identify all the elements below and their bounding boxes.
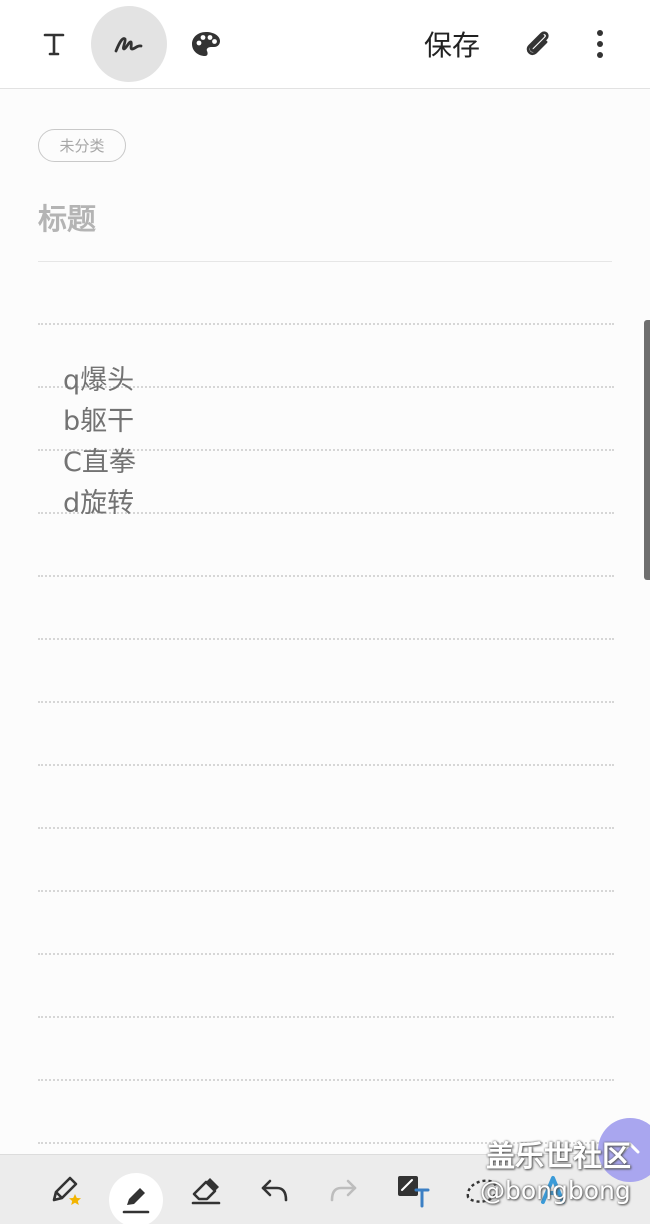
ruled-line <box>38 638 614 640</box>
handwriting-pen-icon <box>114 37 143 53</box>
undo-button[interactable] <box>243 1155 307 1224</box>
redo-button[interactable] <box>311 1155 375 1224</box>
text-icon <box>43 33 65 56</box>
ruled-line <box>38 1079 614 1081</box>
ruled-line <box>38 701 614 703</box>
ruled-line <box>38 827 614 829</box>
handwriting-mode-button[interactable] <box>91 6 167 82</box>
redo-icon <box>330 1179 357 1202</box>
text-mode-button[interactable] <box>22 10 86 78</box>
paperclip-icon <box>526 31 549 56</box>
favorite-pen-button[interactable] <box>34 1155 98 1224</box>
eraser-icon <box>191 1178 221 1205</box>
ruled-line <box>38 764 614 766</box>
watermark-title: 盖乐世社区 <box>486 1139 632 1173</box>
ruled-line <box>38 1016 614 1018</box>
convert-to-text-button[interactable] <box>380 1155 444 1224</box>
drawing-mode-button[interactable] <box>172 10 240 78</box>
save-button[interactable]: 保存 <box>412 18 492 70</box>
ruled-line <box>38 575 614 577</box>
note-line: q爆头 <box>63 365 135 396</box>
note-body[interactable]: q爆头 b躯干 C直拳 d旋转 <box>63 360 136 524</box>
palette-icon <box>192 32 220 56</box>
eraser-button[interactable] <box>174 1155 238 1224</box>
title-divider <box>38 261 612 262</box>
title-input[interactable]: 标题 <box>38 196 96 238</box>
more-vertical-icon <box>597 30 603 58</box>
scroll-handle[interactable] <box>644 320 650 580</box>
top-toolbar: 保存 <box>0 0 650 89</box>
watermark-handle: @bongbong <box>480 1176 631 1205</box>
note-line: b躯干 <box>63 406 135 437</box>
ruled-line <box>38 323 614 325</box>
pen-star-icon <box>52 1176 81 1205</box>
attach-button[interactable] <box>510 16 566 72</box>
pen-button[interactable] <box>109 1173 163 1224</box>
ruled-line <box>38 953 614 955</box>
category-chip[interactable]: 未分类 <box>38 129 126 162</box>
ruled-line <box>38 890 614 892</box>
more-options-button[interactable] <box>576 16 624 72</box>
notes-app: 保存 未分类 标题 q爆头 b躯干 C直拳 d旋转 盖乐世社区 @bongbon… <box>0 0 650 1224</box>
pen-icon <box>122 1188 150 1214</box>
note-line: C直拳 <box>63 447 136 478</box>
convert-text-icon <box>398 1176 430 1208</box>
note-line: d旋转 <box>63 488 135 519</box>
undo-icon <box>261 1179 288 1202</box>
